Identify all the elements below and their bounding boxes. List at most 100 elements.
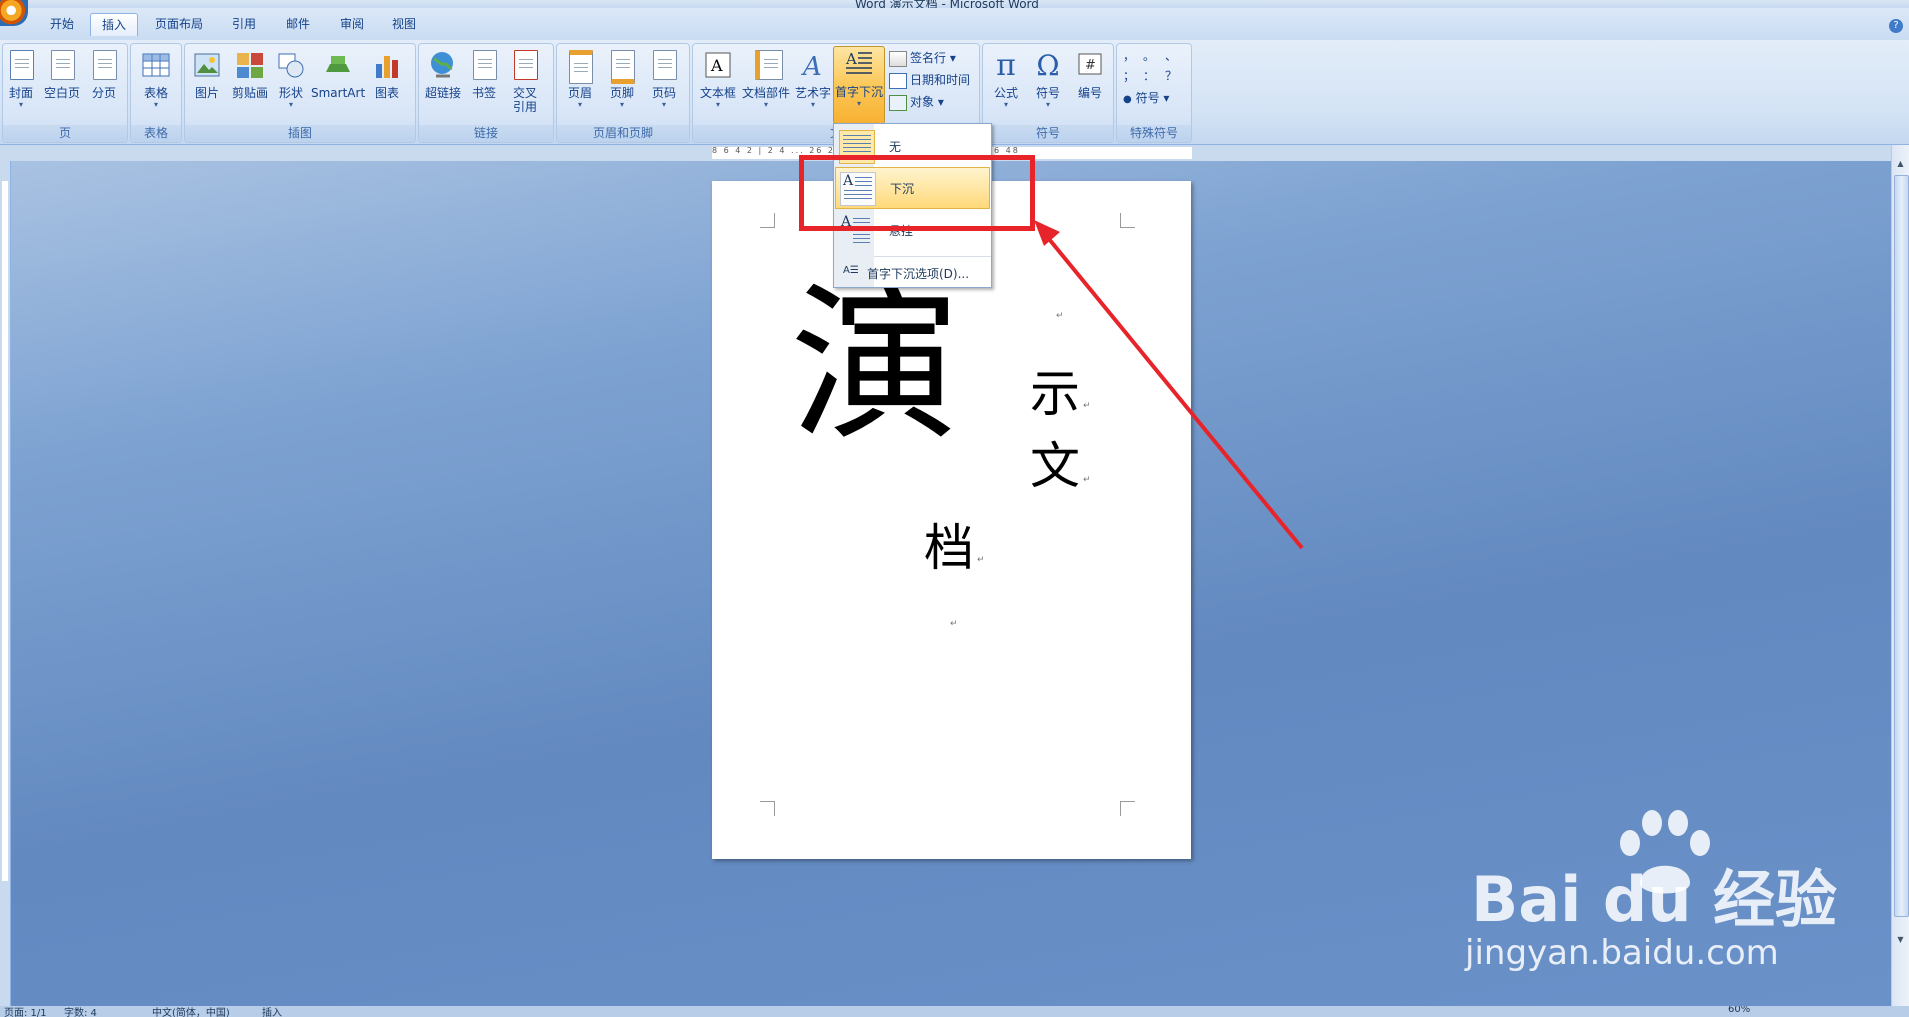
page-number-icon xyxy=(649,50,679,82)
bookmark-icon xyxy=(469,50,499,82)
group-label-links: 链接 xyxy=(419,125,553,142)
cross-reference-icon xyxy=(510,50,540,82)
quick-parts-button[interactable]: 文档部件 ▾ xyxy=(741,48,791,126)
margin-corner-bl xyxy=(760,801,775,816)
special-char-question[interactable]: ？ xyxy=(1165,66,1177,86)
header-icon xyxy=(565,50,595,84)
doc-char-dang[interactable]: 档 xyxy=(924,523,974,573)
drop-cap-options-item[interactable]: A☰ 首字下沉选项(D)... xyxy=(835,260,990,284)
status-language[interactable]: 中文(简体，中国) xyxy=(152,1006,230,1017)
special-char-enum-comma[interactable]: 、 xyxy=(1165,46,1177,66)
help-icon[interactable]: ? xyxy=(1889,19,1903,33)
tab-mailings[interactable]: 邮件 xyxy=(276,13,320,35)
shapes-button[interactable]: 形状 ▾ xyxy=(275,48,307,126)
tab-references[interactable]: 引用 xyxy=(222,13,266,35)
paragraph-mark: ↵ xyxy=(1083,401,1091,411)
special-char-period[interactable]: 。 xyxy=(1143,46,1155,66)
zoom-level[interactable]: 60% xyxy=(1728,1006,1750,1015)
cover-page-icon xyxy=(6,50,36,82)
paragraph-mark: ↵ xyxy=(977,555,985,565)
object-button[interactable]: 对象 ▾ xyxy=(889,92,944,112)
group-label-tables: 表格 xyxy=(131,125,181,142)
table-button[interactable]: 表格 ▾ xyxy=(137,48,175,126)
drop-cap-char[interactable]: 演 xyxy=(790,281,960,451)
group-special-symbols: ， 。 、 ； ： ？ ● 符号 ▾ 特殊符号 xyxy=(1116,43,1192,143)
page-break-icon xyxy=(89,50,119,82)
picture-icon xyxy=(192,50,222,82)
hyperlink-button[interactable]: 超链接 xyxy=(423,48,463,126)
bookmark-button[interactable]: 书签 xyxy=(467,48,501,126)
footer-button[interactable]: 页脚 ▾ xyxy=(603,48,641,126)
special-char-semicolon[interactable]: ； xyxy=(1123,66,1135,86)
smartart-button[interactable]: SmartArt xyxy=(311,48,365,126)
svg-text:A: A xyxy=(710,56,723,75)
ribbon-tabs: 开始 插入 页面布局 引用 邮件 审阅 视图 ? xyxy=(0,8,1909,40)
cross-reference-button[interactable]: 交叉引用 xyxy=(505,48,545,126)
margin-corner-tl xyxy=(760,213,775,228)
blank-page-icon xyxy=(47,50,77,82)
shapes-icon xyxy=(276,50,306,82)
drop-cap-button[interactable]: A 首字下沉 ▾ xyxy=(833,46,885,124)
margin-corner-tr xyxy=(1120,213,1135,228)
doc-char-wen[interactable]: 文 xyxy=(1030,441,1080,491)
special-char-colon[interactable]: ： xyxy=(1143,66,1155,86)
status-words[interactable]: 字数: 4 xyxy=(64,1006,97,1017)
vertical-ruler[interactable] xyxy=(0,161,11,1006)
scroll-up-icon[interactable]: ▲ xyxy=(1894,159,1907,171)
number-sign-icon: # xyxy=(1075,50,1105,82)
header-button[interactable]: 页眉 ▾ xyxy=(561,48,599,126)
bullet-icon: ● xyxy=(1123,94,1132,105)
doc-char-shi[interactable]: 示 xyxy=(1030,369,1080,419)
tab-insert[interactable]: 插入 xyxy=(90,13,138,36)
wordart-icon: A xyxy=(798,50,828,82)
group-label-illustrations: 插图 xyxy=(185,125,415,142)
group-label-special-symbols: 特殊符号 xyxy=(1117,125,1191,142)
page-break-button[interactable]: 分页 xyxy=(87,48,121,126)
group-label-header-footer: 页眉和页脚 xyxy=(557,125,689,142)
paragraph-mark: ↵ xyxy=(950,619,958,629)
paragraph-mark: ↵ xyxy=(1083,475,1091,485)
group-label-symbols: 符号 xyxy=(983,125,1113,142)
tab-page-layout[interactable]: 页面布局 xyxy=(148,13,210,35)
picture-button[interactable]: 图片 xyxy=(191,48,223,126)
signature-line-button[interactable]: 签名行 ▾ xyxy=(889,48,956,68)
tab-home[interactable]: 开始 xyxy=(38,13,86,35)
clip-art-icon xyxy=(235,50,265,82)
tab-view[interactable]: 视图 xyxy=(382,13,426,35)
wordart-button[interactable]: A 艺术字 ▾ xyxy=(793,48,833,126)
drop-cap-options-icon: A☰ xyxy=(843,265,859,276)
page-number-button[interactable]: 页码 ▾ xyxy=(645,48,683,126)
globe-icon xyxy=(428,50,458,82)
special-symbol-button[interactable]: ● 符号 ▾ xyxy=(1123,88,1169,108)
baidu-watermark: Bai du 经验 jingyan.baidu.com xyxy=(1465,805,1905,985)
text-box-button[interactable]: A 文本框 ▾ xyxy=(697,48,739,126)
text-box-icon: A xyxy=(703,50,733,82)
calendar-icon xyxy=(889,72,907,89)
blank-page-button[interactable]: 空白页 xyxy=(41,48,83,126)
group-links: 超链接 书签 交叉引用 链接 xyxy=(418,43,554,143)
group-label-pages: 页 xyxy=(3,125,127,142)
chart-button[interactable]: 图表 xyxy=(369,48,405,126)
equation-button[interactable]: π 公式 ▾ xyxy=(987,48,1025,126)
group-header-footer: 页眉 ▾ 页脚 ▾ 页码 ▾ 页眉和页脚 xyxy=(556,43,690,143)
group-illustrations: 图片 剪贴画 形状 ▾ SmartArt 图表 插图 xyxy=(184,43,416,143)
tab-review[interactable]: 审阅 xyxy=(330,13,374,35)
special-char-comma[interactable]: ， xyxy=(1123,46,1135,66)
symbol-button[interactable]: Ω 符号 ▾ xyxy=(1029,48,1067,126)
svg-text:A: A xyxy=(845,50,857,68)
title-bar: Word 演示文档 - Microsoft Word xyxy=(0,0,1909,8)
signature-icon xyxy=(889,50,907,67)
chart-icon xyxy=(372,50,402,82)
object-icon xyxy=(889,94,907,111)
margin-corner-br xyxy=(1120,801,1135,816)
numbering-button[interactable]: # 编号 xyxy=(1071,48,1109,126)
quick-parts-icon xyxy=(751,50,783,82)
clip-art-button[interactable]: 剪贴画 xyxy=(229,48,271,126)
group-tables: 表格 ▾ 表格 xyxy=(130,43,182,143)
drop-cap-icon: A xyxy=(844,49,874,81)
group-symbols: π 公式 ▾ Ω 符号 ▾ # 编号 符号 xyxy=(982,43,1114,143)
status-page[interactable]: 页面: 1/1 xyxy=(4,1006,47,1017)
cover-page-button[interactable]: 封面 ▾ xyxy=(5,48,37,126)
status-mode[interactable]: 插入 xyxy=(262,1006,282,1017)
date-time-button[interactable]: 日期和时间 xyxy=(889,70,970,90)
